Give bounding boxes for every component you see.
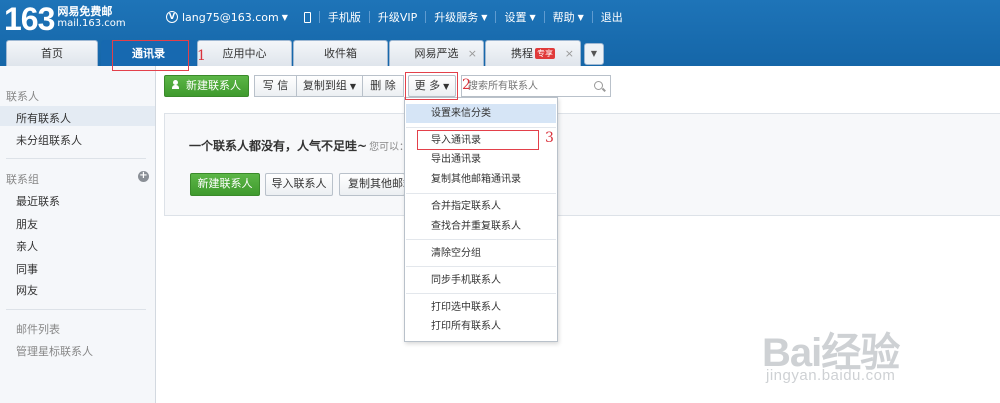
mobile-link[interactable]: 手机版 (320, 9, 369, 25)
logo-domain: mail.163.com (57, 18, 126, 29)
sidebar-section-groups: 联系组 (6, 173, 39, 186)
tab-app-center[interactable]: 应用中心 (197, 40, 292, 66)
search-box (461, 75, 611, 97)
sidebar-item-group[interactable]: 网友 (16, 282, 38, 298)
empty-message: 一个联系人都没有，人气不足哇~ 您可以： (189, 139, 410, 153)
mobile-icon-wrap[interactable] (296, 11, 319, 23)
chevron-down-icon: ▼ (349, 82, 357, 91)
menu-item-copy-other-mailbox[interactable]: 复制其他邮箱通讯录 (406, 170, 556, 189)
close-icon[interactable]: × (565, 41, 574, 66)
sidebar-item-ungrouped[interactable]: 未分组联系人 (16, 132, 82, 148)
sidebar-section-contacts: 联系人 (6, 90, 39, 103)
logo-name: 网易免费邮 (57, 5, 113, 18)
tab-inbox[interactable]: 收件箱 (293, 40, 388, 66)
sidebar-item-group[interactable]: 同事 (16, 261, 38, 277)
sidebar-item-all-contacts[interactable]: 所有联系人 (16, 110, 71, 126)
top-nav: V lang75@163.com ▼ 手机版 升级VIP 升级服务 ▼ 设置 ▼… (158, 9, 631, 25)
sidebar-item-group[interactable]: 朋友 (16, 216, 38, 232)
baidu-watermark: Bai经验 jingyan.baidu.com (762, 320, 988, 390)
menu-item-print-selected[interactable]: 打印选中联系人 (406, 298, 556, 317)
watermark-url: jingyan.baidu.com (766, 367, 896, 384)
write-button[interactable]: 写 信 (254, 75, 296, 97)
menu-item-find-duplicates[interactable]: 查找合并重复联系人 (406, 217, 556, 236)
chevron-down-icon: ▼ (481, 12, 488, 22)
logout-link[interactable]: 退出 (593, 9, 631, 25)
settings-menu[interactable]: 设置 ▼ (496, 9, 543, 25)
copy-other-mailbox-button[interactable]: 复制其他邮箱 (339, 173, 405, 196)
exclusive-badge: 专享 (535, 48, 555, 59)
vip-icon: V (166, 11, 178, 23)
sidebar: 联系人 所有联系人 未分组联系人 联系组 + 最近联系 朋友 亲人 同事 网友 … (0, 66, 156, 403)
import-contacts-button[interactable]: 导入联系人 (265, 173, 333, 196)
annotation-number-2: 2 (462, 77, 471, 93)
help-menu[interactable]: 帮助 ▼ (545, 9, 592, 25)
annotation-box-1 (112, 40, 189, 71)
upgrade-vip-link[interactable]: 升级VIP (370, 9, 425, 25)
close-icon[interactable]: × (468, 41, 477, 66)
menu-item-export-contacts[interactable]: 导出通讯录 (406, 150, 556, 169)
menu-item-clear-empty-groups[interactable]: 清除空分组 (406, 244, 556, 263)
menu-item-print-all[interactable]: 打印所有联系人 (406, 317, 556, 336)
annotation-box-3 (417, 130, 539, 150)
sidebar-section-mail-list[interactable]: 邮件列表 (16, 321, 60, 337)
new-contact-button[interactable]: 新建联系人 (164, 75, 249, 97)
tabs-more-chevron-icon[interactable]: ▼ (584, 43, 604, 65)
add-user-icon (172, 80, 182, 90)
chevron-down-icon: ▼ (577, 12, 584, 22)
upgrade-service-menu[interactable]: 升级服务 ▼ (426, 9, 495, 25)
annotation-number-3: 3 (545, 130, 554, 146)
menu-item-merge-contacts[interactable]: 合并指定联系人 (406, 197, 556, 216)
search-icon[interactable] (594, 81, 603, 90)
sidebar-item-starred[interactable]: 管理星标联系人 (16, 343, 93, 359)
tab-home[interactable]: 首页 (6, 40, 98, 66)
add-group-icon[interactable]: + (138, 171, 149, 182)
sidebar-item-group[interactable]: 最近联系 (16, 193, 60, 209)
annotation-box-2 (405, 72, 458, 100)
menu-item-set-mail-category[interactable]: 设置来信分类 (406, 104, 556, 123)
annotation-number-1: 1 (197, 48, 206, 64)
chevron-down-icon: ▼ (529, 12, 536, 22)
copy-to-group-button[interactable]: 复制到组 ▼ (296, 75, 362, 97)
empty-new-contact-button[interactable]: 新建联系人 (190, 173, 260, 196)
tab-ctrip[interactable]: 携程 专享 × (485, 40, 581, 66)
logo[interactable]: 163 网易免费邮 mail.163.com (4, 1, 126, 37)
account-menu[interactable]: V lang75@163.com ▼ (158, 11, 296, 24)
menu-item-sync-phone[interactable]: 同步手机联系人 (406, 271, 556, 290)
logo-number: 163 (4, 1, 55, 37)
tab-yanxuan[interactable]: 网易严选 × (389, 40, 484, 66)
phone-icon (303, 11, 311, 23)
toolbar-button-group: 写 信 复制到组 ▼ 删 除 (254, 75, 404, 97)
delete-button[interactable]: 删 除 (362, 75, 404, 97)
search-input[interactable] (462, 76, 587, 96)
contacts-empty-panel (164, 113, 1000, 216)
account-email: lang75@163.com (182, 10, 279, 24)
sidebar-item-group[interactable]: 亲人 (16, 238, 38, 254)
chevron-down-icon: ▼ (281, 12, 288, 22)
